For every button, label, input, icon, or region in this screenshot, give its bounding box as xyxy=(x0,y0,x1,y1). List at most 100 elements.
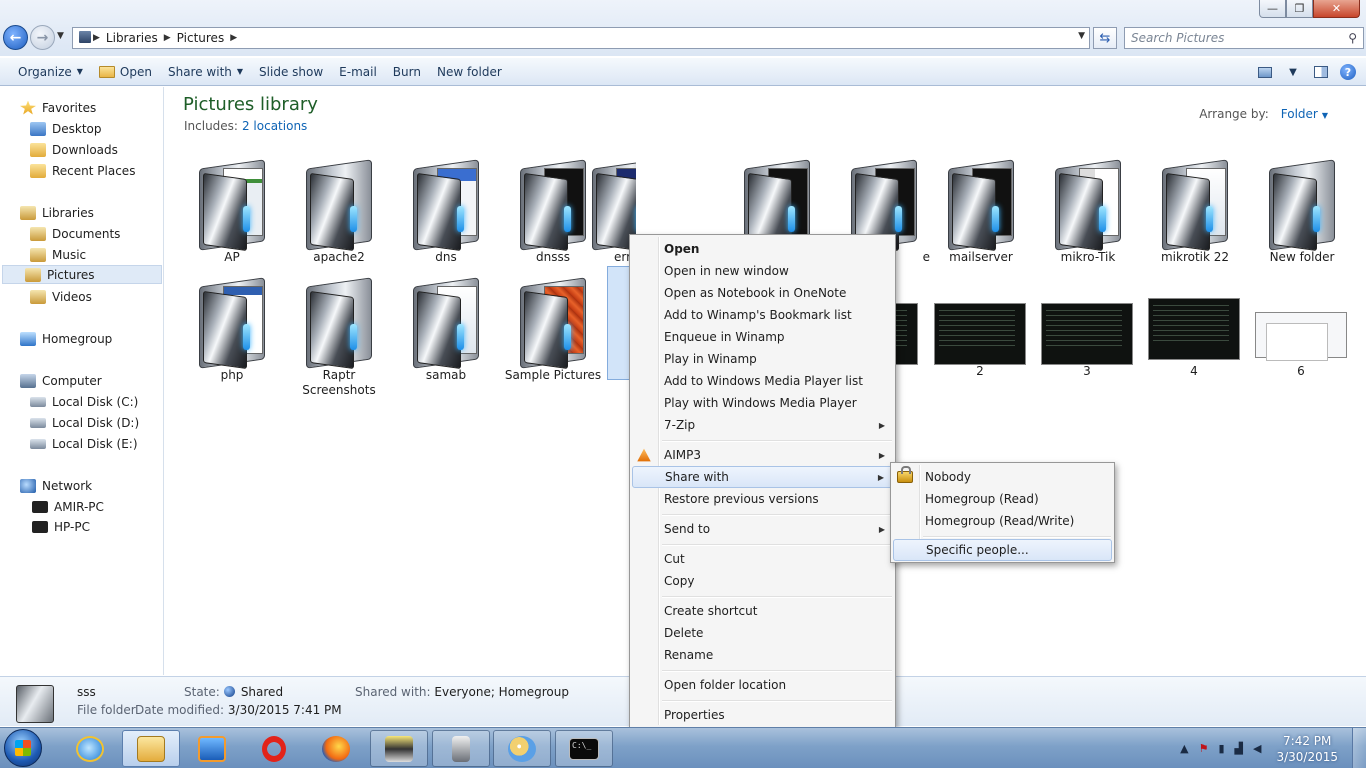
taskbar-windows-explorer[interactable] xyxy=(122,730,180,767)
nav-documents[interactable]: Documents xyxy=(30,224,120,243)
menu-create-shortcut[interactable]: Create shortcut xyxy=(632,600,893,622)
menu-open-folder-location[interactable]: Open folder location xyxy=(632,674,893,696)
menu-aimp3[interactable]: AIMP3 ▶ xyxy=(632,444,893,466)
folder-tile[interactable]: mikrotik 22 xyxy=(1145,158,1245,265)
nav-recent-places[interactable]: Recent Places xyxy=(30,161,135,180)
menu-7zip[interactable]: 7-Zip ▶ xyxy=(632,414,893,436)
share-homegroup-readwrite[interactable]: Homegroup (Read/Write) xyxy=(893,510,1112,532)
folder-tile[interactable]: apache2 xyxy=(289,158,389,265)
taskbar-opera[interactable] xyxy=(245,730,303,767)
taskbar-firefox[interactable] xyxy=(307,730,365,767)
battery-icon[interactable]: ▮ xyxy=(1218,742,1224,755)
locations-link[interactable]: 2 locations xyxy=(242,119,307,133)
clock[interactable]: 7:42 PM 3/30/2015 xyxy=(1276,733,1338,765)
nav-music[interactable]: Music xyxy=(30,245,86,264)
folder-tile[interactable]: samab xyxy=(396,276,496,383)
nav-desktop[interactable]: Desktop xyxy=(30,119,102,138)
folder-tile[interactable]: err xyxy=(576,158,636,265)
folder-tile[interactable]: php xyxy=(182,276,282,383)
preview-pane-icon[interactable] xyxy=(1312,64,1330,80)
menu-rename[interactable]: Rename xyxy=(632,644,893,666)
folder-tile[interactable]: mikro-Tik xyxy=(1038,158,1138,265)
menu-open-new-window[interactable]: Open in new window xyxy=(632,260,893,282)
image-thumbnail[interactable] xyxy=(934,303,1026,365)
taskbar-media-player[interactable] xyxy=(183,730,241,767)
nav-hp-pc[interactable]: HP-PC xyxy=(32,517,90,536)
nav-libraries[interactable]: Libraries xyxy=(20,203,94,222)
maximize-button[interactable]: ❐ xyxy=(1286,0,1313,18)
taskbar-paint[interactable] xyxy=(493,730,551,767)
chevron-right-icon[interactable]: ▶ xyxy=(93,33,100,43)
menu-winamp-bookmark[interactable]: Add to Winamp's Bookmark list xyxy=(632,304,893,326)
folder-tile[interactable]: dns xyxy=(396,158,496,265)
slide-show-button[interactable]: Slide show xyxy=(251,61,331,83)
folder-tile[interactable]: mailserver xyxy=(931,158,1031,265)
folder-tile[interactable]: Raptr Screenshots xyxy=(289,276,389,398)
taskbar-app[interactable] xyxy=(370,730,428,767)
nav-downloads[interactable]: Downloads xyxy=(30,140,118,159)
menu-open-onenote[interactable]: Open as Notebook in OneNote xyxy=(632,282,893,304)
menu-open[interactable]: Open xyxy=(632,238,893,260)
nav-amir-pc[interactable]: AMIR-PC xyxy=(32,497,104,516)
nav-favorites[interactable]: Favorites xyxy=(20,98,96,117)
menu-send-to[interactable]: Send to ▶ xyxy=(632,518,893,540)
menu-wmp-play[interactable]: Play with Windows Media Player xyxy=(632,392,893,414)
menu-restore-versions[interactable]: Restore previous versions xyxy=(632,488,893,510)
search-icon[interactable]: ⚲ xyxy=(1348,31,1357,45)
share-nobody[interactable]: Nobody xyxy=(893,466,1112,488)
share-with-button[interactable]: Share with ▼ xyxy=(160,61,251,83)
help-icon[interactable]: ? xyxy=(1340,64,1356,80)
folder-tile[interactable]: New folder xyxy=(1252,158,1352,265)
nav-disk-e[interactable]: Local Disk (E:) xyxy=(30,434,138,453)
nav-computer[interactable]: Computer xyxy=(20,371,102,390)
volume-icon[interactable]: ◀ xyxy=(1253,742,1261,755)
show-desktop-button[interactable] xyxy=(1352,728,1366,768)
menu-delete[interactable]: Delete xyxy=(632,622,893,644)
breadcrumb-libraries[interactable]: Libraries xyxy=(100,31,164,45)
nav-network[interactable]: Network xyxy=(20,476,92,495)
taskbar-internet-explorer[interactable] xyxy=(61,730,119,767)
nav-videos[interactable]: Videos xyxy=(30,287,92,306)
chevron-right-icon[interactable]: ▶ xyxy=(164,33,171,43)
folder-tile[interactable]: Sample Pictures xyxy=(503,276,603,383)
menu-share-with[interactable]: Share with ▶ xyxy=(632,466,893,488)
forward-button[interactable]: → xyxy=(30,25,55,50)
new-folder-button[interactable]: New folder xyxy=(429,61,510,83)
arrange-by-dropdown[interactable]: Folder ▼ xyxy=(1281,107,1328,121)
menu-cut[interactable]: Cut xyxy=(632,548,893,570)
folder-tile[interactable]: AP xyxy=(182,158,282,265)
image-thumbnail[interactable] xyxy=(1255,312,1347,361)
refresh-button[interactable]: ⇆ xyxy=(1093,27,1117,49)
selected-folder-tile[interactable] xyxy=(607,266,631,382)
menu-wmp-add[interactable]: Add to Windows Media Player list xyxy=(632,370,893,392)
share-homegroup-read[interactable]: Homegroup (Read) xyxy=(893,488,1112,510)
start-button[interactable] xyxy=(4,729,42,767)
breadcrumb-pictures[interactable]: Pictures xyxy=(171,31,231,45)
nav-pictures[interactable]: Pictures xyxy=(2,265,162,284)
view-dropdown-icon[interactable]: ▼ xyxy=(1284,64,1302,80)
taskbar-app[interactable] xyxy=(432,730,490,767)
address-bar[interactable]: ▶ Libraries ▶ Pictures ▶ ▼ xyxy=(72,27,1090,49)
nav-disk-c[interactable]: Local Disk (C:) xyxy=(30,392,138,411)
share-specific-people[interactable]: Specific people... xyxy=(893,539,1112,561)
search-input[interactable]: Search Pictures ⚲ xyxy=(1124,27,1364,49)
chevron-right-icon[interactable]: ▶ xyxy=(230,33,237,43)
minimize-button[interactable]: — xyxy=(1259,0,1286,18)
menu-copy[interactable]: Copy xyxy=(632,570,893,592)
action-center-icon[interactable]: ⚑ xyxy=(1199,742,1209,755)
address-dropdown[interactable]: ▼ xyxy=(1078,31,1085,41)
show-hidden-icons-icon[interactable]: ▲ xyxy=(1180,742,1188,755)
email-button[interactable]: E-mail xyxy=(331,61,385,83)
image-thumbnail[interactable] xyxy=(1041,303,1133,365)
back-button[interactable]: ← xyxy=(3,25,28,50)
menu-properties[interactable]: Properties xyxy=(632,704,893,726)
nav-homegroup[interactable]: Homegroup xyxy=(20,329,112,348)
menu-winamp-enqueue[interactable]: Enqueue in Winamp xyxy=(632,326,893,348)
taskbar-command-prompt[interactable]: C:\_ xyxy=(555,730,613,767)
close-button[interactable]: ✕ xyxy=(1313,0,1360,18)
nav-disk-d[interactable]: Local Disk (D:) xyxy=(30,413,139,432)
burn-button[interactable]: Burn xyxy=(385,61,429,83)
menu-winamp-play[interactable]: Play in Winamp xyxy=(632,348,893,370)
image-thumbnail[interactable] xyxy=(1148,298,1240,360)
recent-pages-dropdown[interactable]: ▼ xyxy=(57,31,64,41)
